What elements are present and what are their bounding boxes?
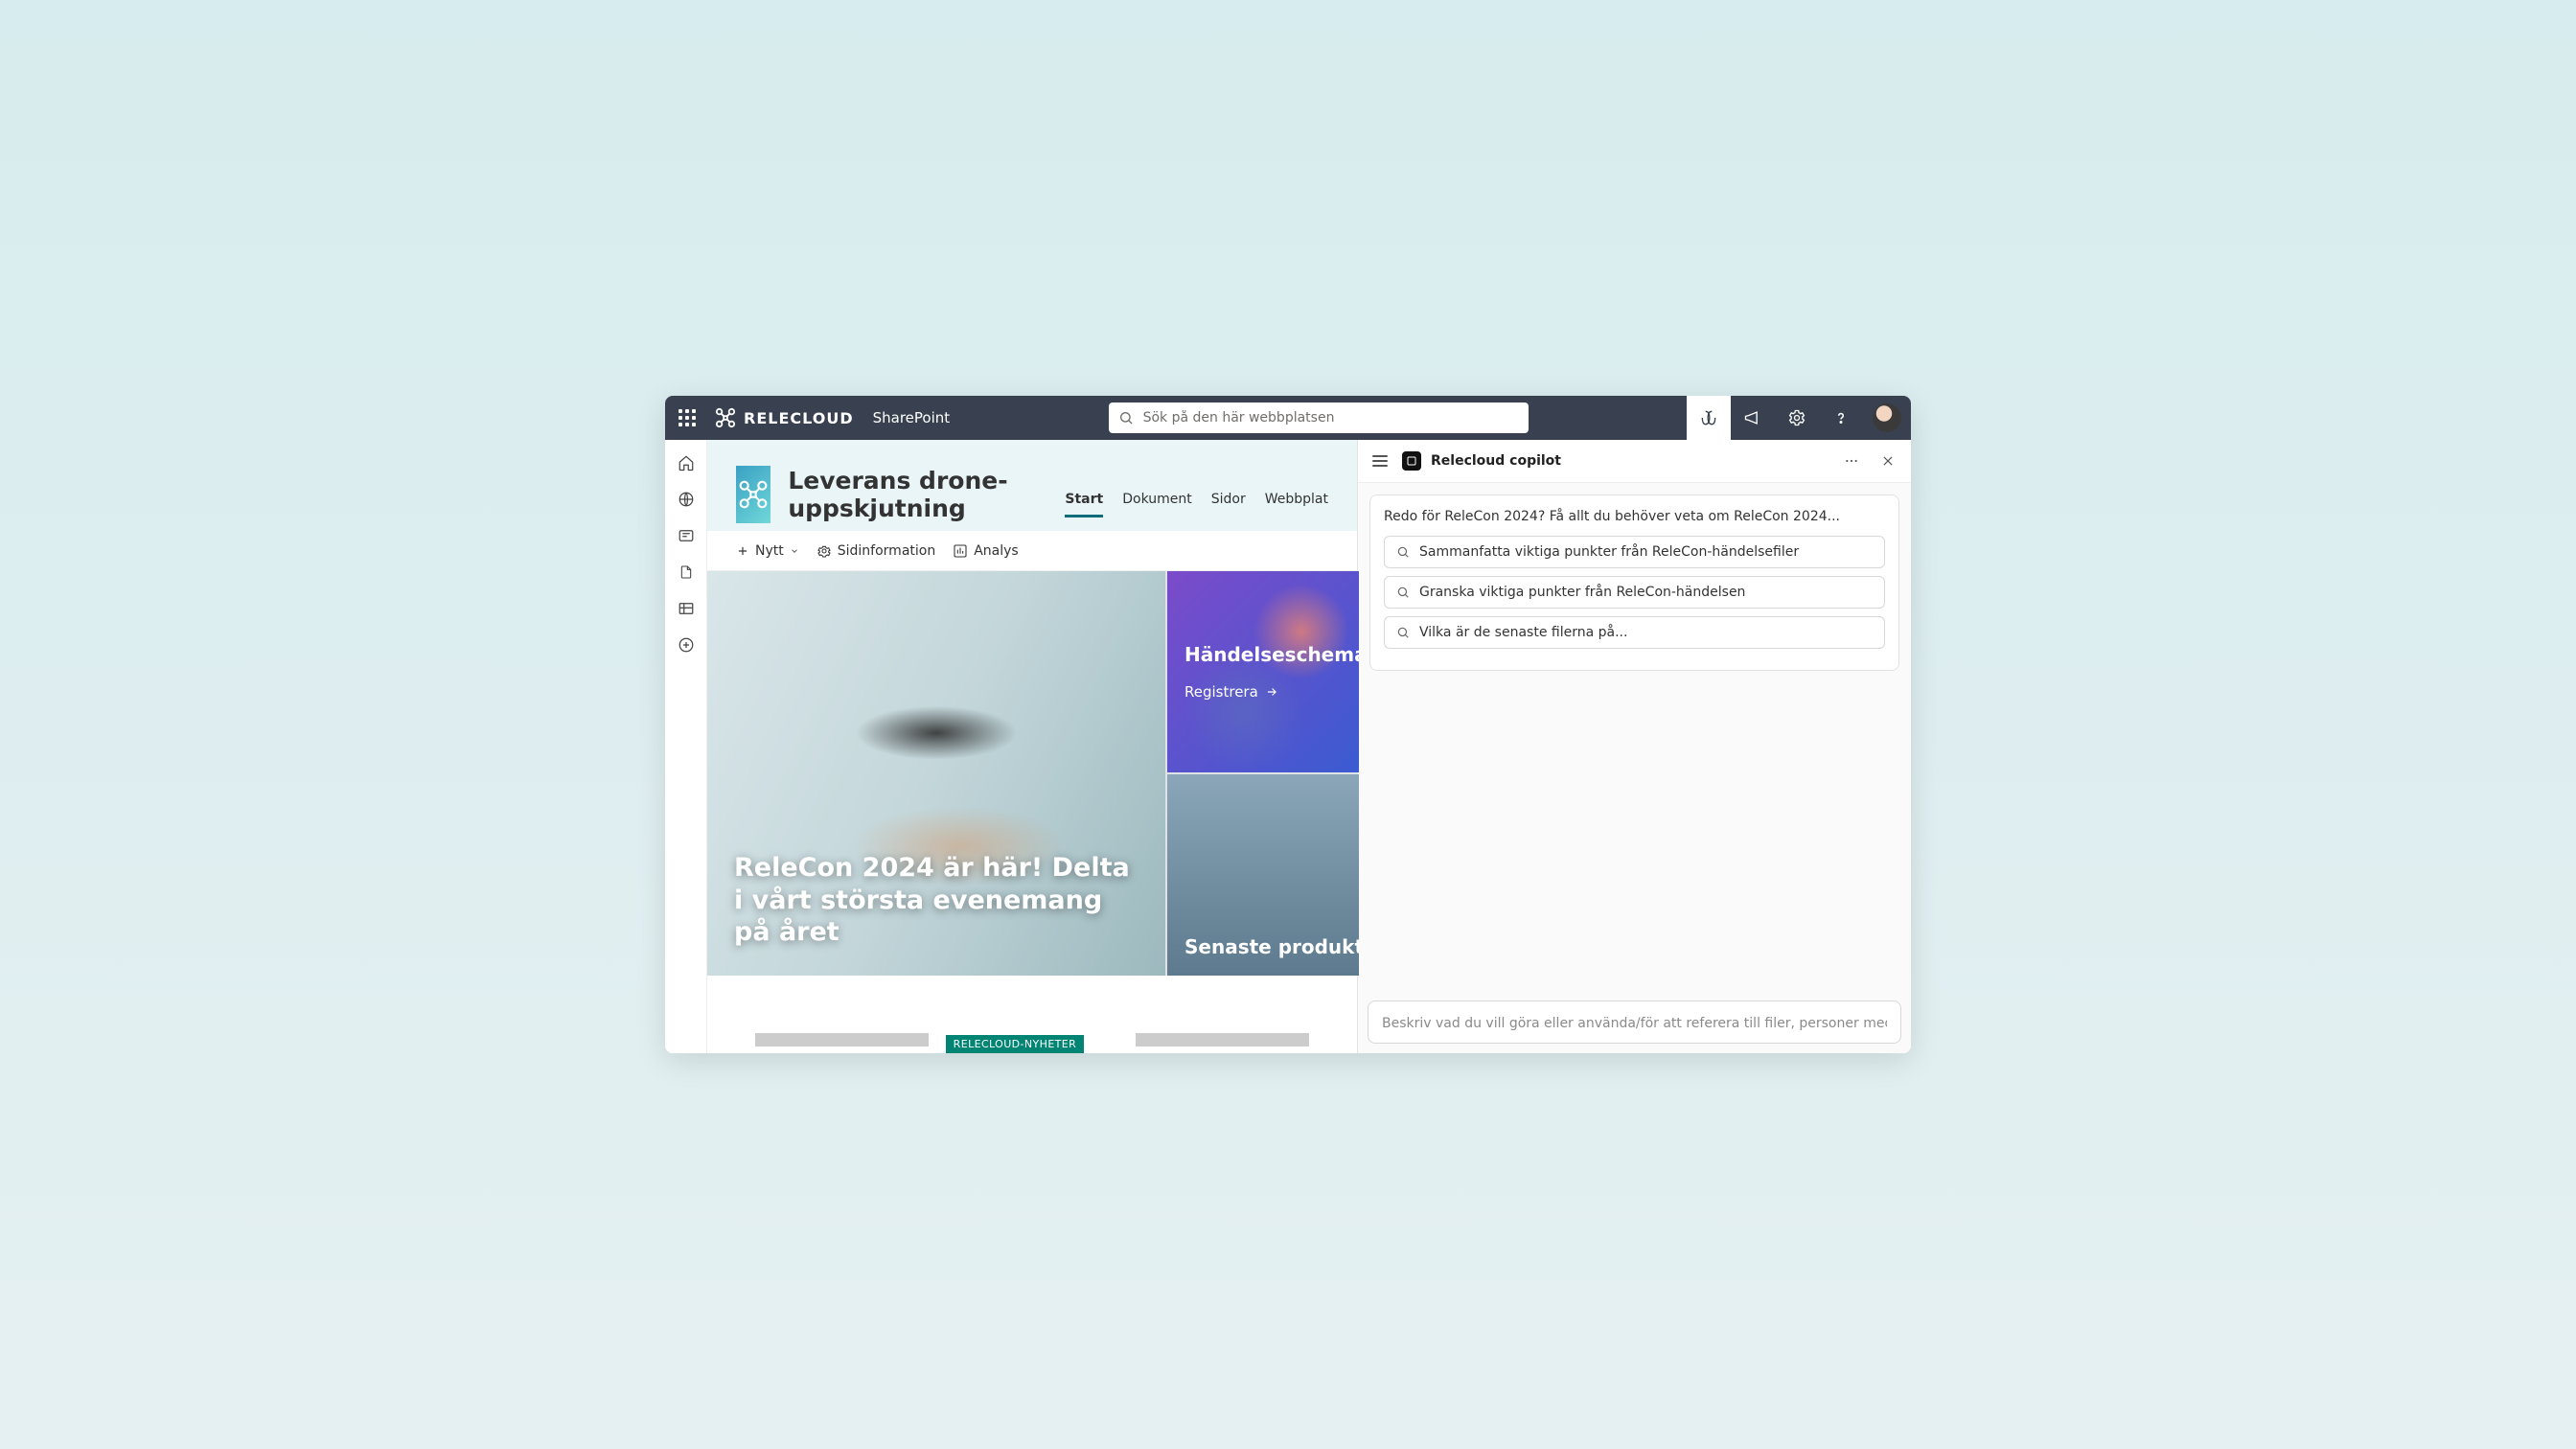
search-icon bbox=[1396, 545, 1410, 559]
rail-lists-button[interactable] bbox=[675, 597, 698, 620]
tile-title: Händelseschema oc bbox=[1184, 643, 1342, 666]
new-button[interactable]: Nytt bbox=[736, 543, 799, 559]
brand-drone-icon bbox=[715, 407, 736, 428]
tile-title: Senaste produktmeddelanden bbox=[1184, 935, 1342, 958]
news-card[interactable] bbox=[755, 1033, 929, 1053]
user-avatar[interactable] bbox=[1873, 403, 1901, 432]
waffle-icon bbox=[678, 409, 696, 426]
nav-dokument[interactable]: Dokument bbox=[1122, 492, 1192, 518]
copilot-suggestion-card: Redo för ReleCon 2024? Få allt du behöve… bbox=[1369, 494, 1899, 671]
copilot-header: Relecloud copilot bbox=[1358, 440, 1911, 483]
new-label: Nytt bbox=[755, 543, 784, 559]
copilot-input-box[interactable] bbox=[1368, 1000, 1901, 1044]
plus-circle-icon bbox=[678, 636, 695, 654]
search-icon bbox=[1118, 410, 1134, 426]
site-logo bbox=[736, 466, 770, 523]
copilot-suggestion[interactable]: Sammanfatta viktiga punkter från ReleCon… bbox=[1384, 536, 1885, 568]
suggestion-text: Vilka är de senaste filerna på... bbox=[1419, 625, 1627, 640]
settings-button[interactable] bbox=[1775, 396, 1819, 440]
news-row: RELECLOUD-NYHETER bbox=[707, 976, 1357, 1053]
copilot-suggestion[interactable]: Vilka är de senaste filerna på... bbox=[1384, 616, 1885, 649]
hero-tile-schedule[interactable]: Händelseschema oc Registrera bbox=[1167, 571, 1359, 772]
body: Leverans drone-uppskjutning Start Dokume… bbox=[665, 440, 1911, 1053]
chevron-down-icon bbox=[790, 546, 799, 556]
hero-title: ReleCon 2024 är här! Delta i vårt störst… bbox=[734, 852, 1138, 949]
chart-icon bbox=[953, 543, 968, 559]
search-icon bbox=[1396, 626, 1410, 639]
rail-globe-button[interactable] bbox=[675, 488, 698, 511]
app-window: RELECLOUD SharePoint bbox=[665, 396, 1911, 1053]
copilot-panel: Relecloud copilot Redo för ReleCon 2024?… bbox=[1357, 440, 1911, 1053]
hero-main-tile[interactable]: ReleCon 2024 är här! Delta i vårt störst… bbox=[707, 571, 1165, 976]
drone-icon bbox=[738, 479, 769, 510]
arrow-right-icon bbox=[1264, 685, 1279, 699]
search-input[interactable] bbox=[1143, 410, 1519, 426]
news-icon bbox=[678, 527, 695, 544]
copilot-menu-button[interactable] bbox=[1368, 455, 1392, 467]
copilot-logo-icon bbox=[1402, 451, 1421, 471]
copilot-toggle-button[interactable] bbox=[1687, 396, 1731, 440]
site-title: Leverans drone-uppskjutning bbox=[788, 467, 1028, 522]
copilot-suggestion[interactable]: Granska viktiga punkter från ReleCon-hän… bbox=[1384, 576, 1885, 609]
brand-name: RELECLOUD bbox=[744, 409, 854, 427]
suggestion-text: Sammanfatta viktiga punkter från ReleCon… bbox=[1419, 544, 1799, 560]
suggestion-text: Granska viktiga punkter från ReleCon-hän… bbox=[1419, 585, 1745, 600]
hero-tile-announcements[interactable]: Senaste produktmeddelanden bbox=[1167, 774, 1359, 976]
file-icon bbox=[678, 564, 694, 581]
search-box[interactable] bbox=[1109, 402, 1529, 433]
news-card[interactable]: RELECLOUD-NYHETER bbox=[946, 1033, 1119, 1053]
register-label: Registrera bbox=[1184, 683, 1258, 701]
copilot-icon bbox=[1699, 408, 1718, 427]
app-name: SharePoint bbox=[873, 409, 951, 426]
question-icon bbox=[1832, 409, 1850, 426]
top-bar: RELECLOUD SharePoint bbox=[665, 396, 1911, 440]
copilot-input-area bbox=[1358, 991, 1911, 1053]
pageinfo-button[interactable]: Sidinformation bbox=[816, 543, 935, 559]
close-icon bbox=[1881, 454, 1895, 468]
register-link[interactable]: Registrera bbox=[1184, 683, 1342, 701]
gear-icon bbox=[1787, 408, 1806, 427]
analytics-label: Analys bbox=[974, 543, 1019, 559]
page-toolbar: Nytt Sidinformation Analys bbox=[707, 531, 1357, 571]
home-icon bbox=[678, 454, 695, 472]
nav-start[interactable]: Start bbox=[1065, 492, 1103, 518]
brand: RELECLOUD bbox=[715, 407, 854, 428]
site-nav: Start Dokument Sidor Webbplat bbox=[1065, 492, 1328, 531]
analytics-button[interactable]: Analys bbox=[953, 543, 1019, 559]
rail-create-button[interactable] bbox=[675, 633, 698, 656]
app-launcher-button[interactable] bbox=[665, 396, 709, 440]
nav-sidor[interactable]: Sidor bbox=[1211, 492, 1246, 518]
left-rail bbox=[665, 440, 707, 1053]
copilot-intro-text: Redo för ReleCon 2024? Få allt du behöve… bbox=[1384, 509, 1885, 524]
copilot-more-button[interactable] bbox=[1838, 448, 1865, 474]
rail-files-button[interactable] bbox=[675, 561, 698, 584]
megaphone-icon bbox=[1743, 408, 1762, 427]
copilot-title: Relecloud copilot bbox=[1431, 453, 1561, 469]
topbar-actions bbox=[1687, 396, 1911, 440]
hero-area: ReleCon 2024 är här! Delta i vårt störst… bbox=[707, 571, 1357, 976]
more-icon bbox=[1844, 453, 1859, 469]
news-thumbnail bbox=[1136, 1033, 1309, 1046]
copilot-close-button[interactable] bbox=[1874, 448, 1901, 474]
gear-icon bbox=[816, 543, 832, 559]
megaphone-button[interactable] bbox=[1731, 396, 1775, 440]
grid-icon bbox=[678, 600, 695, 617]
news-tag: RELECLOUD-NYHETER bbox=[946, 1035, 1085, 1053]
globe-icon bbox=[678, 491, 695, 508]
rail-news-button[interactable] bbox=[675, 524, 698, 547]
site-header: Leverans drone-uppskjutning Start Dokume… bbox=[707, 440, 1357, 531]
news-thumbnail bbox=[755, 1033, 929, 1046]
search-icon bbox=[1396, 586, 1410, 599]
help-button[interactable] bbox=[1819, 396, 1863, 440]
nav-webbplat[interactable]: Webbplat bbox=[1265, 492, 1328, 518]
rail-home-button[interactable] bbox=[675, 451, 698, 474]
plus-icon bbox=[736, 544, 749, 558]
copilot-input[interactable] bbox=[1382, 1016, 1887, 1031]
main-content: Leverans drone-uppskjutning Start Dokume… bbox=[707, 440, 1357, 1053]
news-card[interactable] bbox=[1136, 1033, 1309, 1053]
pageinfo-label: Sidinformation bbox=[838, 543, 935, 559]
copilot-body: Redo för ReleCon 2024? Få allt du behöve… bbox=[1358, 483, 1911, 991]
